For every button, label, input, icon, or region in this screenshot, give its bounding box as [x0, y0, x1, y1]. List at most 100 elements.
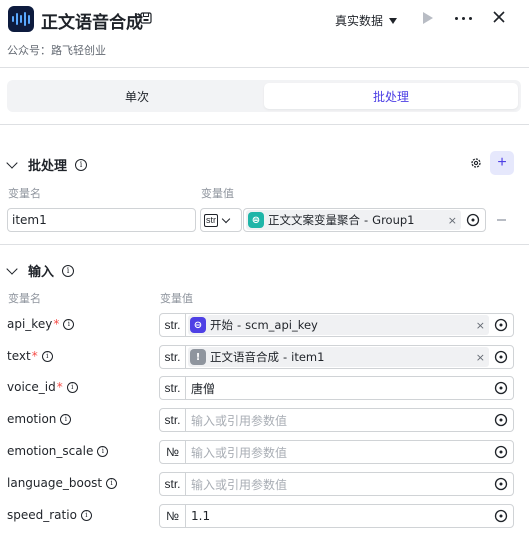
input-value-field[interactable]: № 1.1 — [159, 504, 514, 528]
node-title[interactable]: 正文语音合成 — [41, 8, 143, 33]
input-col-value: 变量值 — [160, 292, 193, 305]
required-mark: * — [53, 317, 60, 331]
input-section-title: 输入 — [28, 265, 55, 280]
play-icon[interactable] — [423, 12, 433, 24]
value-text[interactable]: 唐僧 — [186, 380, 489, 397]
reference-chip[interactable]: ! 正文语音合成 - item1 × — [188, 347, 489, 367]
type-str-icon: str — [204, 213, 218, 227]
add-batch-variable-button[interactable]: + — [490, 151, 514, 175]
input-col-name: 变量名 — [8, 292, 41, 305]
reference-target-icon[interactable] — [494, 381, 508, 395]
ref-variable-name: scm_api_key — [245, 318, 318, 332]
merge-node-icon: ⊜ — [248, 212, 264, 228]
remove-reference-icon[interactable]: × — [476, 319, 485, 332]
ref-variable-name: item1 — [291, 350, 325, 364]
gear-icon[interactable] — [470, 157, 482, 169]
batch-type-select[interactable]: str — [200, 208, 242, 232]
reference-chip[interactable]: ⊖ 开始 - scm_api_key × — [188, 315, 489, 335]
reference-target-icon[interactable] — [494, 477, 508, 491]
input-value-field[interactable]: str. 唐僧 — [159, 376, 514, 400]
input-row-label: api_key * i — [7, 317, 75, 331]
type-prefix: str. — [160, 314, 186, 336]
chevron-down-icon — [6, 262, 18, 275]
node-subtitle: 公众号：路飞轻创业 — [7, 44, 106, 57]
input-value-field[interactable]: str. 输入或引用参数值 — [159, 408, 514, 432]
input-row-label: emotion i — [7, 412, 72, 426]
type-prefix: str. — [160, 346, 186, 368]
info-icon[interactable]: i — [75, 158, 88, 171]
info-icon[interactable]: i — [60, 413, 72, 425]
reference-target-icon[interactable] — [494, 445, 508, 459]
variable-name: emotion_scale — [7, 444, 94, 458]
input-value-field[interactable]: № 输入或引用参数值 — [159, 440, 514, 464]
value-placeholder[interactable]: 输入或引用参数值 — [186, 412, 489, 429]
variable-name: api_key — [7, 317, 53, 331]
audio-wave-icon — [8, 6, 34, 32]
variable-name: speed_ratio — [7, 508, 77, 522]
variable-name: emotion — [7, 412, 57, 426]
remove-reference-icon[interactable]: × — [476, 351, 485, 364]
required-mark: * — [31, 349, 38, 363]
reference-target-icon[interactable] — [466, 213, 480, 227]
batch-section-header[interactable]: 批处理 i — [6, 155, 88, 174]
batch-variable-name-input[interactable]: item1 — [7, 208, 196, 232]
type-prefix: str. — [160, 409, 186, 431]
value-placeholder[interactable]: 输入或引用参数值 — [186, 476, 489, 493]
ref-node-name: 开始 — [210, 318, 233, 332]
start-node-icon: ⊖ — [190, 317, 206, 333]
batch-section-title: 批处理 — [28, 159, 68, 174]
reference-target-icon[interactable] — [494, 413, 508, 427]
input-section-header[interactable]: 输入 i — [6, 261, 75, 280]
tab-batch[interactable]: 批处理 — [264, 83, 518, 109]
input-row-label: language_boost i — [7, 476, 118, 490]
batch-variable-value-field[interactable]: ⊜ 正文文案变量聚合 - Group1 × — [243, 208, 486, 232]
divider — [0, 67, 529, 68]
ref-separator: - — [237, 318, 242, 332]
ref-node-name: 正文语音合成 — [210, 350, 279, 364]
batch-col-value: 变量值 — [201, 187, 234, 200]
data-mode-label: 真实数据 — [335, 14, 384, 28]
type-prefix: № — [160, 505, 186, 527]
input-value-field[interactable]: str. ⊖ 开始 - scm_api_key × — [159, 313, 514, 337]
variable-name: voice_id — [7, 380, 56, 394]
reference-target-icon[interactable] — [494, 509, 508, 523]
ref-separator: - — [364, 213, 369, 227]
input-row-label: text * i — [7, 349, 53, 363]
data-mode-dropdown[interactable]: 真实数据 — [335, 12, 398, 29]
input-row-label: emotion_scale i — [7, 444, 109, 458]
variable-name: language_boost — [7, 476, 103, 490]
info-icon[interactable]: i — [41, 350, 53, 362]
type-prefix: № — [160, 441, 186, 463]
reference-target-icon[interactable] — [494, 350, 508, 364]
input-value-field[interactable]: str.! 正文语音合成 - item1 × — [159, 345, 514, 369]
reference-target-icon[interactable] — [494, 318, 508, 332]
info-icon[interactable]: i — [106, 477, 118, 489]
divider — [0, 244, 529, 245]
remove-row-icon[interactable] — [497, 219, 506, 221]
variable-name: text — [7, 349, 31, 363]
type-prefix: str. — [160, 473, 186, 495]
ref-node-name: 正文文案变量聚合 — [268, 213, 360, 227]
close-icon[interactable] — [492, 10, 506, 24]
required-mark: * — [56, 380, 63, 394]
save-icon[interactable] — [140, 12, 152, 24]
chevron-down-icon — [221, 214, 231, 223]
input-value-field[interactable]: str. 输入或引用参数值 — [159, 472, 514, 496]
batch-col-name: 变量名 — [8, 187, 41, 200]
info-icon[interactable]: i — [63, 318, 75, 330]
value-text[interactable]: 1.1 — [186, 509, 489, 523]
mode-tabs: 单次 批处理 — [7, 80, 521, 112]
info-icon[interactable]: i — [97, 445, 109, 457]
value-placeholder[interactable]: 输入或引用参数值 — [186, 444, 489, 461]
input-row-label: voice_id * i — [7, 380, 78, 394]
remove-reference-icon[interactable]: × — [448, 214, 457, 227]
caret-down-icon — [389, 17, 398, 24]
info-icon[interactable]: i — [62, 264, 75, 277]
more-icon[interactable] — [455, 17, 472, 20]
ref-separator: - — [283, 350, 288, 364]
reference-chip[interactable]: ⊜ 正文文案变量聚合 - Group1 × — [246, 210, 461, 230]
info-icon[interactable]: i — [66, 381, 78, 393]
input-row-label: speed_ratio i — [7, 508, 92, 522]
tab-single[interactable]: 单次 — [10, 83, 264, 109]
info-icon[interactable]: i — [80, 509, 92, 521]
